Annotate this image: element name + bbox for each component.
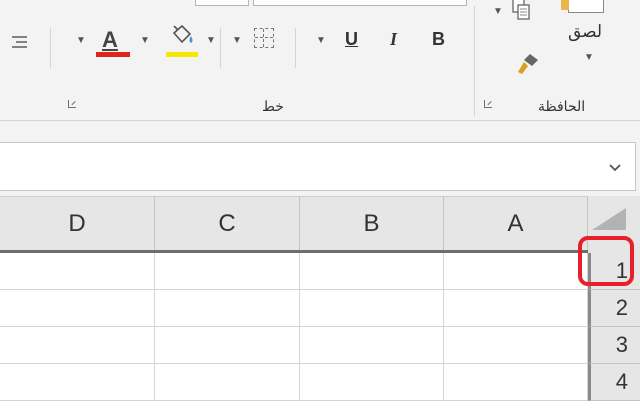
paint-bucket-icon [172, 24, 193, 44]
font-size-box[interactable] [195, 0, 249, 6]
fill-color-dropdown[interactable]: ▼ [206, 35, 216, 46]
font-dialog-launcher-icon[interactable] [68, 100, 76, 108]
cell-a4[interactable] [444, 364, 588, 401]
font-color-bar [96, 52, 130, 57]
row-header-3[interactable]: 3 [588, 327, 640, 364]
cell-d2[interactable] [0, 290, 155, 327]
formula-input[interactable] [0, 142, 636, 191]
paste-icon[interactable] [561, 0, 604, 13]
align-right-icon[interactable] [10, 34, 28, 50]
cell-b1[interactable] [300, 253, 444, 290]
row-header-4[interactable]: 4 [588, 364, 640, 401]
cell-d1[interactable] [0, 253, 155, 290]
copy-dropdown[interactable]: ▼ [493, 6, 503, 17]
cell-c4[interactable] [155, 364, 300, 401]
select-all-highlight [578, 236, 634, 286]
cell-b4[interactable] [300, 364, 444, 401]
cell-c1[interactable] [155, 253, 300, 290]
row-header-2[interactable]: 2 [588, 290, 640, 327]
paste-button[interactable]: لصق [568, 22, 602, 42]
underline-button[interactable]: U [345, 29, 358, 50]
font-color-button[interactable]: A [96, 26, 130, 58]
cell-b2[interactable] [300, 290, 444, 327]
italic-button[interactable]: I [390, 29, 397, 50]
underline-dropdown[interactable]: ▼ [316, 35, 326, 46]
cell-c2[interactable] [155, 290, 300, 327]
cell-b3[interactable] [300, 327, 444, 364]
font-group-label: خط [262, 98, 284, 114]
cell-c3[interactable] [155, 327, 300, 364]
separator [295, 28, 296, 68]
borders-dropdown[interactable]: ▼ [232, 35, 242, 46]
borders-icon[interactable] [254, 28, 274, 48]
copy-icon[interactable] [510, 0, 532, 24]
font-name-box[interactable] [253, 0, 467, 6]
font-color-dropdown-arrow[interactable]: ▼ [76, 35, 86, 46]
group-separator [474, 6, 475, 116]
clipboard-group-label: الحافظة [538, 98, 586, 114]
cell-a3[interactable] [444, 327, 588, 364]
column-header-c[interactable]: C [155, 196, 300, 251]
cell-d3[interactable] [0, 327, 155, 364]
cell-a1[interactable] [444, 253, 588, 290]
chevron-down-icon[interactable] [608, 160, 622, 172]
separator [220, 28, 221, 68]
font-color-dropdown[interactable]: ▼ [140, 35, 150, 46]
column-header-d[interactable]: D [0, 196, 155, 251]
separator [50, 28, 51, 68]
paste-dropdown[interactable]: ▼ [584, 52, 594, 63]
format-painter-icon[interactable] [514, 50, 542, 78]
bold-button[interactable]: B [432, 29, 445, 50]
fill-color-button[interactable] [164, 24, 200, 58]
highlight-color-bar [166, 52, 198, 57]
font-color-icon: A [102, 27, 118, 52]
column-header-a[interactable]: A [444, 196, 588, 251]
cell-d4[interactable] [0, 364, 155, 401]
clipboard-dialog-launcher-icon[interactable] [484, 100, 492, 108]
cell-a2[interactable] [444, 290, 588, 327]
column-header-b[interactable]: B [300, 196, 444, 251]
